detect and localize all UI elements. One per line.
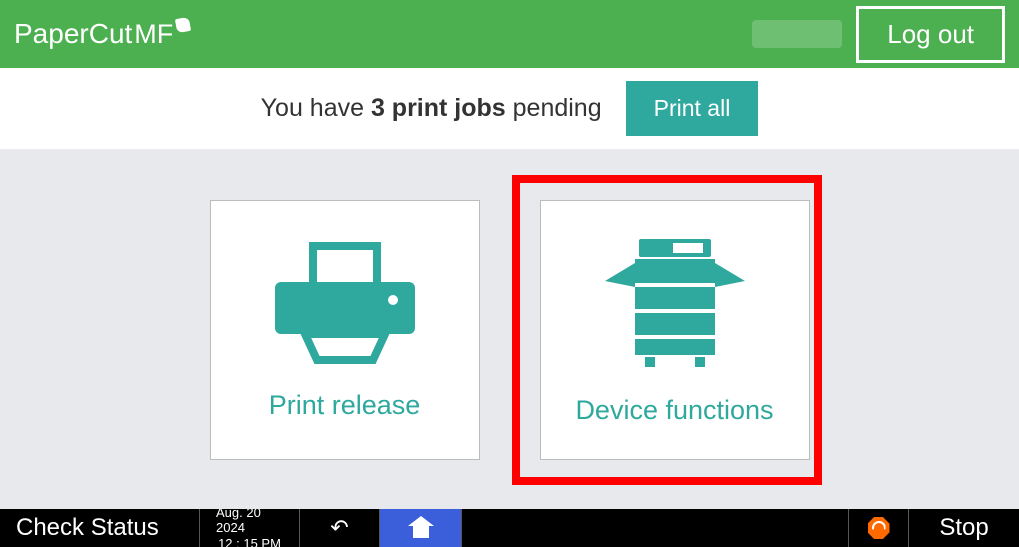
pending-bar: You have 3 print jobs pending Print all xyxy=(0,68,1019,150)
check-status-button[interactable]: Check Status xyxy=(0,509,200,547)
stop-icon xyxy=(868,517,890,539)
print-release-tile[interactable]: Print release xyxy=(210,200,480,460)
bottom-spacer xyxy=(462,509,849,547)
main-area: Print release Device functions xyxy=(0,150,1019,509)
header-bar: PaperCut MF Log out xyxy=(0,0,1019,68)
device-functions-label: Device functions xyxy=(575,395,773,426)
printer-icon xyxy=(265,238,425,368)
leaf-icon xyxy=(175,17,191,33)
logo-text-mf: MF xyxy=(134,19,173,50)
time-text: 12 : 15 PM xyxy=(218,536,281,547)
logo-text-cut: Cut xyxy=(89,18,133,50)
stop-label: Stop xyxy=(939,514,988,542)
device-functions-tile[interactable]: Device functions xyxy=(540,200,810,460)
home-icon xyxy=(408,518,434,538)
print-all-button[interactable]: Print all xyxy=(626,81,759,136)
header-right: Log out xyxy=(752,6,1005,63)
stop-icon-button[interactable] xyxy=(849,509,909,547)
home-button[interactable] xyxy=(380,509,462,547)
back-icon: ↶ xyxy=(330,515,348,541)
logo-text-paper: Paper xyxy=(14,18,89,50)
user-name-redacted xyxy=(752,20,842,48)
date-text: Aug. 20 2024 xyxy=(216,505,283,536)
stop-button[interactable]: Stop xyxy=(909,509,1019,547)
papercut-logo: PaperCut MF xyxy=(14,18,190,50)
pending-suffix: pending xyxy=(506,94,602,122)
logout-button[interactable]: Log out xyxy=(856,6,1005,63)
pending-count: 3 print jobs xyxy=(371,94,506,122)
copier-icon xyxy=(595,233,755,373)
datetime-display: Aug. 20 2024 12 : 15 PM xyxy=(200,509,300,547)
bottom-bar: Check Status Aug. 20 2024 12 : 15 PM ↶ S… xyxy=(0,509,1019,547)
pending-jobs-text: You have 3 print jobs pending xyxy=(261,94,602,123)
check-status-label: Check Status xyxy=(16,514,159,542)
print-release-label: Print release xyxy=(269,390,421,421)
pending-prefix: You have xyxy=(261,94,371,122)
back-button[interactable]: ↶ xyxy=(300,509,380,547)
